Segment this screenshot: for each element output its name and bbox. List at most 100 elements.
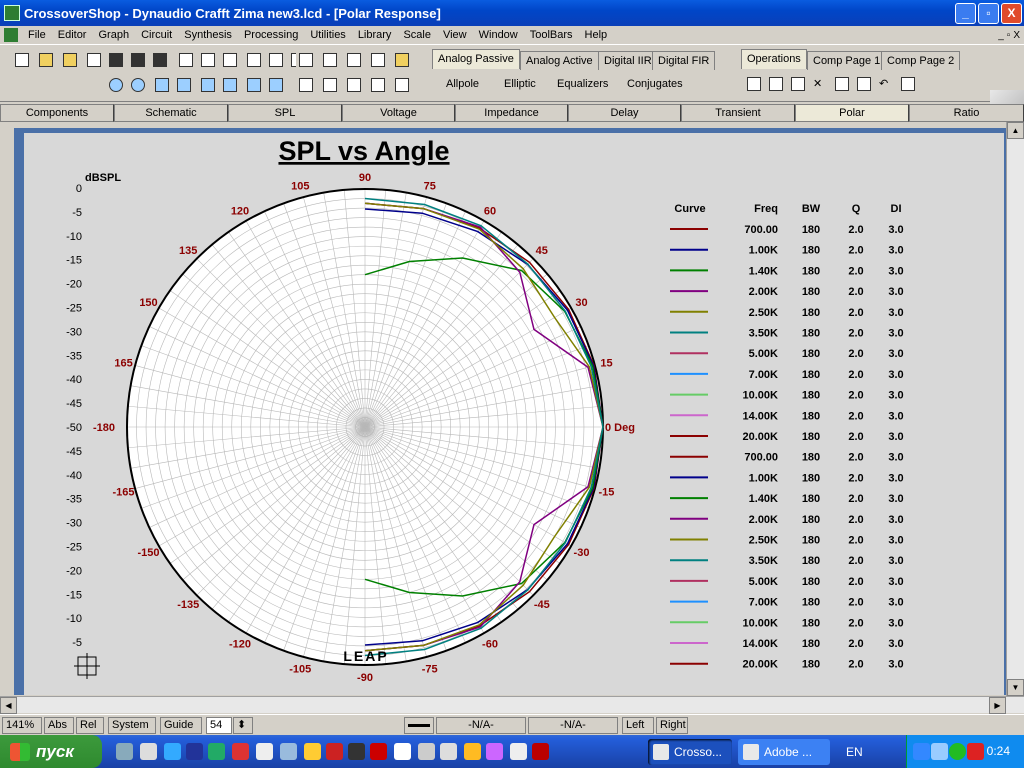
chart-icon[interactable] [198,50,218,70]
tab-spl[interactable]: SPL [228,104,342,122]
system-button[interactable]: System [108,717,156,734]
menu-graph[interactable]: Graph [92,29,135,41]
print-icon[interactable] [266,50,286,70]
spin-icon[interactable]: ⬍ [233,717,253,734]
tab-polar[interactable]: Polar [795,104,909,122]
maximize-button[interactable]: ▫ [978,2,999,24]
quicklaunch-red-icon[interactable] [532,743,549,760]
quicklaunch-mail-icon[interactable] [280,743,297,760]
settings-icon[interactable] [898,74,918,94]
menu-utilities[interactable]: Utilities [304,29,351,41]
graph-2-icon[interactable] [344,75,364,95]
tab-conjugates[interactable]: Conjugates [627,78,683,90]
zoom-in-icon[interactable] [106,75,126,95]
tab-delay[interactable]: Delay [568,104,681,122]
menu-help[interactable]: Help [579,29,614,41]
scroll-up-icon[interactable]: ▲ [1007,122,1024,139]
abs-button[interactable]: Abs [44,717,74,734]
guide-button[interactable]: Guide [160,717,202,734]
curve-1-icon[interactable] [320,50,340,70]
tab-transient[interactable]: Transient [681,104,795,122]
quicklaunch-game-icon[interactable] [486,743,503,760]
curve-3-icon[interactable] [368,50,388,70]
tray-green-icon[interactable] [949,743,966,760]
quicklaunch-word-icon[interactable] [186,743,203,760]
quicklaunch-disk-icon[interactable] [418,743,435,760]
paste-icon[interactable] [788,74,808,94]
components-icon[interactable] [176,50,196,70]
scroll-down-icon[interactable]: ▼ [1007,679,1024,696]
menu-toolbars[interactable]: ToolBars [524,29,579,41]
save-all-icon[interactable] [150,50,170,70]
language-indicator[interactable]: EN [846,745,863,759]
start-button[interactable]: пуск [0,735,102,768]
right-button[interactable]: Right [656,717,688,734]
save-as-icon[interactable] [128,50,148,70]
tab-allpole[interactable]: Allpole [446,78,479,90]
tab-analog-passive[interactable]: Analog Passive [432,49,520,69]
tab-voltage[interactable]: Voltage [342,104,455,122]
menu-view[interactable]: View [437,29,473,41]
quicklaunch-cherry-icon[interactable] [326,743,343,760]
delete-icon[interactable]: ✕ [810,74,830,94]
menu-scale[interactable]: Scale [397,29,437,41]
quicklaunch-cloud-icon[interactable] [256,743,273,760]
open-recent-icon[interactable] [60,50,80,70]
copy-icon[interactable] [766,74,786,94]
tab-elliptic[interactable]: Elliptic [504,78,536,90]
tab-operations[interactable]: Operations [741,49,807,69]
tab-equalizers[interactable]: Equalizers [557,78,608,90]
scroll-right-icon[interactable]: ▶ [989,697,1006,714]
quicklaunch-pdf-icon[interactable] [232,743,249,760]
properties-icon[interactable] [854,74,874,94]
horizontal-scrollbar[interactable]: ◀ ▶ [0,696,1024,714]
undo-icon[interactable]: ↶ [876,74,896,94]
zoom-1-icon[interactable] [152,75,172,95]
zoom-3-icon[interactable] [198,75,218,95]
quicklaunch-excel-icon[interactable] [208,743,225,760]
table-icon[interactable] [296,75,316,95]
quicklaunch-desktop-icon[interactable] [116,743,133,760]
import-icon[interactable] [244,50,264,70]
quicklaunch-guitar-icon[interactable] [348,743,365,760]
select-icon[interactable] [832,74,852,94]
list-icon[interactable] [296,50,316,70]
mdi-restore-button[interactable]: ▫ [1007,30,1011,41]
cut-icon[interactable] [744,74,764,94]
mdi-minimize-button[interactable]: _ [998,30,1004,41]
quicklaunch-ares-icon[interactable] [370,743,387,760]
vertical-scrollbar[interactable]: ▲ ▼ [1006,122,1024,696]
quicklaunch-ie-icon[interactable] [164,743,181,760]
tab-comp-page-1[interactable]: Comp Page 1 [807,51,887,70]
quicklaunch-app-icon[interactable] [140,743,157,760]
close-button[interactable]: X [1001,2,1022,24]
document-icon[interactable] [4,28,18,42]
new-file-icon[interactable] [12,50,32,70]
zoom-2-icon[interactable] [174,75,194,95]
graph-1-icon[interactable] [320,75,340,95]
menu-library[interactable]: Library [352,29,398,41]
tray-antivirus-icon[interactable] [967,743,984,760]
menu-file[interactable]: File [22,29,52,41]
tab-comp-page-2[interactable]: Comp Page 2 [881,51,961,70]
tab-ratio[interactable]: Ratio [909,104,1024,122]
curve-2-icon[interactable] [344,50,364,70]
tab-digital-iir[interactable]: Digital IIR [598,51,658,70]
value-input[interactable]: 54 [206,717,232,734]
rel-button[interactable]: Rel [76,717,104,734]
minimize-button[interactable]: _ [955,2,976,24]
wizard-icon[interactable] [84,50,104,70]
tab-digital-fir[interactable]: Digital FIR [652,51,716,70]
open-folder-icon[interactable] [36,50,56,70]
function-icon[interactable] [392,75,412,95]
tab-impedance[interactable]: Impedance [455,104,568,122]
scroll-left-icon[interactable]: ◀ [0,697,17,714]
menu-editor[interactable]: Editor [52,29,93,41]
quicklaunch-tool-icon[interactable] [304,743,321,760]
save-icon[interactable] [106,50,126,70]
menu-synthesis[interactable]: Synthesis [178,29,238,41]
zoom-4-icon[interactable] [220,75,240,95]
graph-3-icon[interactable] [368,75,388,95]
export-icon[interactable] [220,50,240,70]
task-crossovershop[interactable]: Crosso... [648,739,732,765]
